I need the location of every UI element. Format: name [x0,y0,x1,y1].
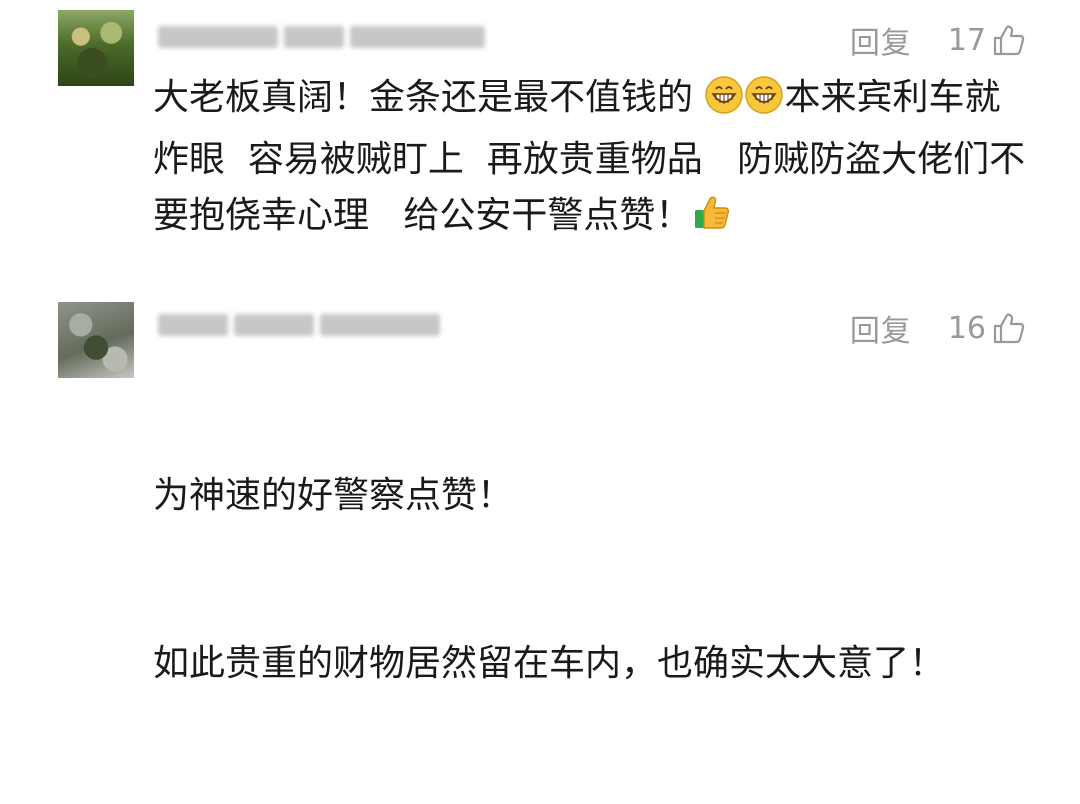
comment-text: 为神速的好警察点赞！ 如此贵重的财物居然留在车内，也确实太大意了！ [153,356,1033,804]
avatar[interactable] [58,302,134,378]
username-blurred[interactable] [158,310,440,340]
thumbs-up-emoji-icon [691,191,733,250]
grinning-emoji-icon [744,75,784,132]
comment-actions: 回复 16 [850,306,1026,350]
comment-text-line: 为神速的好警察点赞！ [153,475,514,516]
like-count: 17 [947,22,986,58]
thumbs-up-icon[interactable] [992,311,1026,345]
comment-text: 大老板真阔！金条还是最不值钱的 本来宾利车就炸眼 容易被贼盯上 再放贵重物品 防… [153,70,1033,250]
like-count: 16 [947,310,986,346]
avatar[interactable] [58,10,134,86]
username-blurred[interactable] [158,22,485,52]
comment-text-part1: 大老板真阔！金条还是最不值钱的 [153,77,705,118]
thumbs-up-icon[interactable] [992,23,1026,57]
comment-actions: 回复 17 [850,18,1026,62]
grinning-emoji-icon [704,75,744,132]
comment-text-line: 如此贵重的财物居然留在车内，也确实太大意了！ [153,643,946,684]
reply-button[interactable]: 回复 [850,18,912,62]
reply-button[interactable]: 回复 [850,306,912,350]
